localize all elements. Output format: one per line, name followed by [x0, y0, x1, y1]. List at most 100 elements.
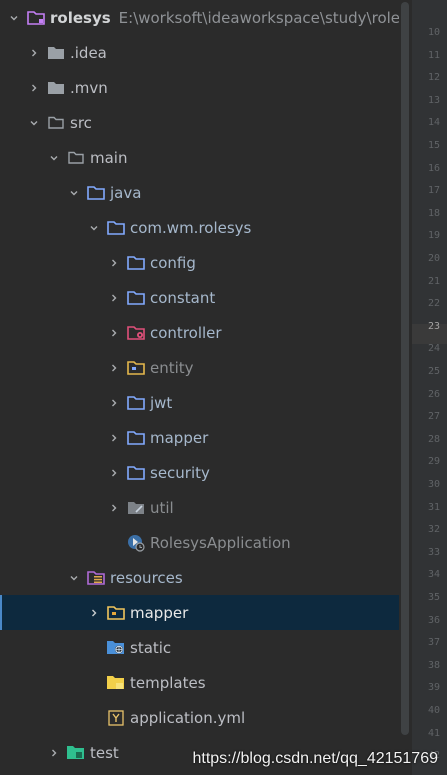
line-number: 35 — [427, 592, 440, 603]
tree-item-label: util — [150, 498, 174, 517]
line-number: 26 — [427, 388, 440, 400]
chevron-down-icon[interactable] — [6, 10, 22, 26]
project-path: E:\worksoft\ideaworkspace\study\rolesys — [118, 8, 411, 27]
line-number: 23 — [427, 320, 440, 332]
line-number: 25 — [427, 366, 440, 377]
line-number: 12 — [427, 72, 440, 84]
chevron-right-icon[interactable] — [106, 465, 122, 481]
scrollbar-thumb[interactable] — [401, 2, 409, 735]
chevron-right-icon[interactable] — [106, 325, 122, 341]
tree-item-entity[interactable]: entity — [0, 350, 411, 385]
tree-item-idea[interactable]: .idea — [0, 35, 411, 70]
module-folder-icon — [27, 10, 45, 26]
line-number: 15 — [427, 140, 440, 151]
package-icon — [107, 220, 125, 236]
editor-gutter: 10 11 12 13 14 15 16 17 18 19 20 21 22 23 24 25 26 27 28 29… — [412, 0, 447, 775]
chevron-down-icon[interactable] — [46, 150, 62, 166]
tree-item-label: controller — [150, 323, 222, 342]
tree-item-rolesys-application[interactable]: RolesysApplication — [0, 525, 411, 560]
tree-item-templates[interactable]: templates — [0, 665, 411, 700]
tree-item-constant[interactable]: constant — [0, 280, 411, 315]
tree-item-label: .mvn — [70, 78, 108, 97]
chevron-right-icon[interactable] — [106, 255, 122, 271]
folder-icon — [47, 80, 65, 96]
line-number: 37 — [427, 637, 440, 649]
tree-item-label: security — [150, 463, 210, 482]
line-number: 21 — [427, 275, 440, 287]
tree-item-config[interactable]: config — [0, 245, 411, 280]
line-number: 19 — [427, 230, 440, 242]
tree-item-java[interactable]: java — [0, 175, 411, 210]
entity-package-icon — [127, 360, 145, 376]
line-number: 38 — [427, 659, 440, 671]
tree-item-label: jwt — [150, 393, 173, 412]
tree-item-mapper-package[interactable]: mapper — [0, 420, 411, 455]
web-folder-icon — [107, 640, 125, 656]
line-number: 27 — [427, 411, 440, 423]
tree-item-com-wm-rolesys[interactable]: com.wm.rolesys — [0, 210, 411, 245]
tree-item-application-yml[interactable]: application.yml — [0, 700, 411, 735]
templates-folder-icon — [107, 675, 125, 691]
project-tree[interactable]: rolesys E:\worksoft\ideaworkspace\study\… — [0, 0, 411, 775]
resources-root-icon — [87, 570, 105, 586]
tree-item-jwt[interactable]: jwt — [0, 385, 411, 420]
chevron-right-icon[interactable] — [106, 395, 122, 411]
tree-item-rolesys[interactable]: rolesys E:\worksoft\ideaworkspace\study\… — [0, 0, 411, 35]
tree-item-static[interactable]: static — [0, 630, 411, 665]
tree-item-label: main — [90, 148, 128, 167]
test-root-icon — [67, 745, 85, 761]
watermark: https://blog.csdn.net/qq_42151769 — [192, 750, 438, 767]
line-number: 36 — [427, 614, 440, 626]
line-number: 29 — [427, 456, 440, 468]
tree-item-util[interactable]: util — [0, 490, 411, 525]
line-number: 11 — [427, 49, 440, 61]
tree-item-label: src — [70, 113, 92, 132]
tree-item-label: mapper — [150, 428, 209, 447]
tree-item-label: rolesys — [50, 8, 111, 27]
tree-item-controller[interactable]: controller — [0, 315, 411, 350]
line-number: 14 — [427, 117, 440, 129]
package-icon — [127, 430, 145, 446]
tree-item-label: resources — [110, 568, 183, 587]
tree-item-mvn[interactable]: .mvn — [0, 70, 411, 105]
tree-item-label: RolesysApplication — [150, 533, 291, 552]
folder-icon — [47, 115, 65, 131]
line-number: 24 — [427, 343, 440, 355]
line-number: 30 — [427, 479, 440, 490]
chevron-right-icon[interactable] — [106, 360, 122, 376]
chevron-right-icon[interactable] — [106, 430, 122, 446]
tree-item-mapper-folder[interactable]: mapper — [0, 595, 411, 630]
chevron-right-icon[interactable] — [86, 605, 102, 621]
line-number: 32 — [427, 524, 440, 536]
line-number: 10 — [427, 27, 440, 38]
tree-item-src[interactable]: src — [0, 105, 411, 140]
folder-icon — [47, 45, 65, 61]
yaml-file-icon — [107, 709, 125, 726]
chevron-down-icon[interactable] — [66, 570, 82, 586]
package-icon — [127, 395, 145, 411]
tree-item-resources[interactable]: resources — [0, 560, 411, 595]
line-number: 18 — [427, 207, 440, 219]
tree-item-label: templates — [130, 673, 206, 692]
chevron-right-icon[interactable] — [26, 45, 42, 61]
chevron-right-icon[interactable] — [106, 500, 122, 516]
chevron-down-icon[interactable] — [26, 115, 42, 131]
spring-boot-class-icon — [127, 534, 145, 552]
chevron-right-icon[interactable] — [26, 80, 42, 96]
tree-item-label: test — [90, 743, 119, 762]
tree-item-security[interactable]: security — [0, 455, 411, 490]
util-package-icon — [127, 500, 145, 516]
chevron-right-icon[interactable] — [46, 745, 62, 761]
tree-item-main[interactable]: main — [0, 140, 411, 175]
tree-item-label: com.wm.rolesys — [130, 218, 252, 237]
line-number: 41 — [427, 727, 440, 739]
line-number: 20 — [427, 253, 440, 264]
folder-icon — [67, 150, 85, 166]
line-number: 40 — [427, 705, 440, 716]
chevron-down-icon[interactable] — [66, 185, 82, 201]
chevron-down-icon[interactable] — [86, 220, 102, 236]
line-number: 31 — [427, 501, 440, 513]
tree-scrollbar[interactable] — [399, 0, 411, 775]
tree-item-label: static — [130, 638, 172, 657]
chevron-right-icon[interactable] — [106, 290, 122, 306]
